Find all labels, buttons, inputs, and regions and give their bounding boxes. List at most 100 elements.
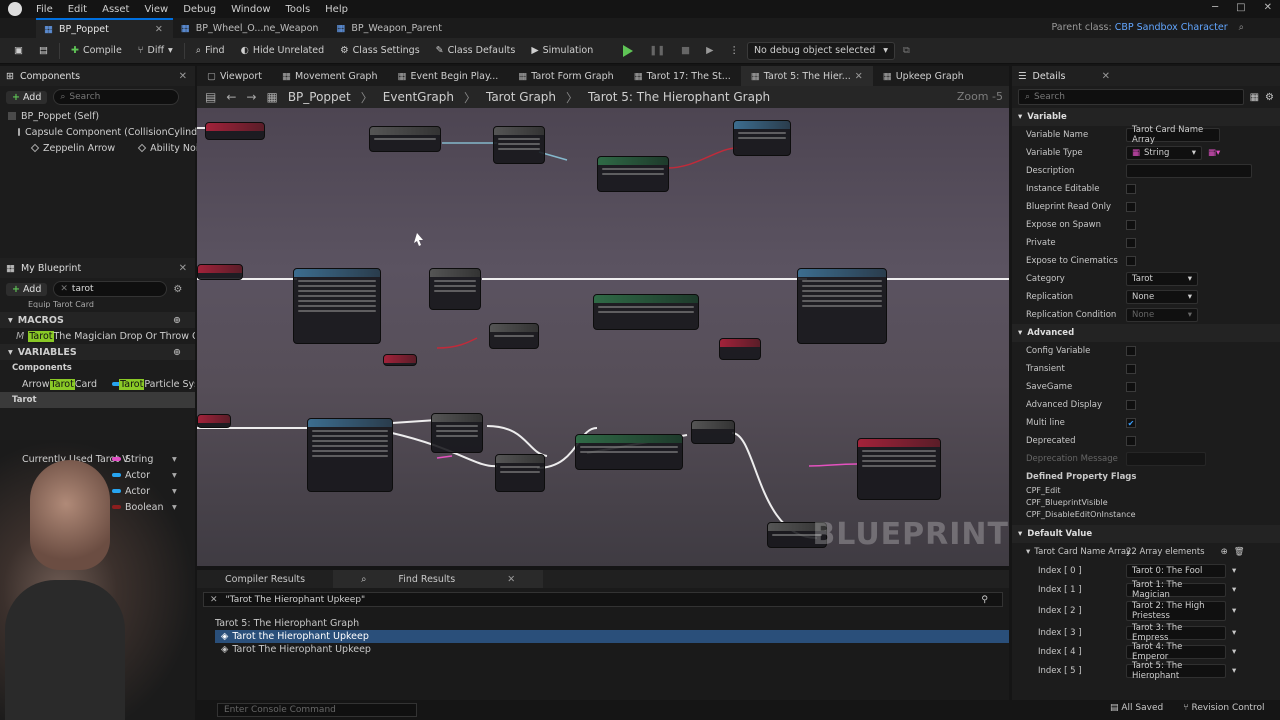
find-button[interactable]: ⌕ Find bbox=[188, 40, 233, 62]
checkbox[interactable] bbox=[1126, 346, 1136, 356]
chevron-down-icon[interactable]: ▾ bbox=[172, 470, 177, 481]
close-icon[interactable]: ✕ bbox=[179, 71, 187, 82]
checkbox[interactable]: ✔ bbox=[1126, 418, 1136, 428]
graph-tab[interactable]: ▦ Upkeep Graph bbox=[873, 66, 974, 86]
graph-node[interactable] bbox=[493, 126, 545, 164]
debug-filter-icon[interactable]: ⧉ bbox=[895, 40, 918, 62]
category-components[interactable]: Components bbox=[0, 360, 195, 376]
result-item[interactable]: ◈ Tarot The Hierophant Upkeep bbox=[215, 643, 1009, 656]
forward-icon[interactable]: → bbox=[246, 90, 256, 104]
graph-node[interactable] bbox=[691, 420, 735, 444]
graph-node[interactable] bbox=[369, 126, 441, 152]
graph-node[interactable] bbox=[197, 414, 231, 428]
graph-node[interactable] bbox=[797, 268, 887, 344]
tree-item-self[interactable]: BP_Poppet (Self) bbox=[8, 108, 195, 124]
add-element-icon[interactable]: ⊕ bbox=[1221, 547, 1228, 557]
hide-unrelated-button[interactable]: ◐ Hide Unrelated bbox=[233, 40, 333, 62]
stop-icon[interactable]: ■ bbox=[673, 40, 698, 62]
more-icon[interactable]: ⋮ bbox=[721, 40, 747, 62]
close-icon[interactable]: ✕ bbox=[493, 570, 529, 588]
chevron-down-icon[interactable]: ▾ bbox=[1232, 628, 1236, 638]
menu-item-help[interactable]: Help bbox=[325, 4, 348, 15]
chevron-down-icon[interactable]: ▾ bbox=[1232, 647, 1236, 657]
trash-icon[interactable]: 🗑 bbox=[1234, 547, 1245, 557]
container-type-icon[interactable]: ▦▾ bbox=[1208, 148, 1220, 158]
category-select[interactable]: Tarot ▾ bbox=[1126, 272, 1198, 286]
graph-node[interactable] bbox=[383, 354, 417, 366]
chevron-down-icon[interactable]: ▾ bbox=[1232, 566, 1236, 576]
graph-node[interactable] bbox=[429, 268, 481, 310]
graph-tab[interactable]: ▦ Movement Graph bbox=[272, 66, 387, 86]
gear-icon[interactable]: ⚙ bbox=[173, 284, 182, 295]
graph-menu-icon[interactable]: ▤ bbox=[205, 90, 216, 104]
maximize-icon[interactable]: □ bbox=[1236, 2, 1245, 13]
checkbox[interactable] bbox=[1126, 382, 1136, 392]
add-variable-icon[interactable]: ⊕ bbox=[173, 347, 181, 358]
close-icon[interactable]: ✕ bbox=[1264, 2, 1272, 13]
eject-icon[interactable]: ▶ bbox=[698, 40, 721, 62]
graph-node[interactable] bbox=[597, 156, 669, 192]
checkbox[interactable] bbox=[1126, 436, 1136, 446]
array-element-field[interactable]: Tarot 4: The Emperor bbox=[1126, 642, 1226, 662]
graph-node[interactable] bbox=[205, 122, 265, 140]
binoculars-icon[interactable]: ⚲ bbox=[981, 595, 988, 605]
chevron-down-icon[interactable]: ▾ bbox=[1232, 606, 1236, 616]
graph-node[interactable] bbox=[719, 338, 761, 360]
menu-item-edit[interactable]: Edit bbox=[68, 4, 87, 15]
blueprint-search-input[interactable]: ✕ tarot bbox=[53, 281, 168, 297]
section-macros[interactable]: ▾ MACROS ⊕ bbox=[0, 312, 195, 328]
macro-item[interactable]: MTarot The Magician Drop Or Throw Object bbox=[0, 328, 195, 344]
close-icon[interactable]: ✕ bbox=[855, 71, 863, 82]
variable-item[interactable]: Currently Used Tarot V String ▾ bbox=[0, 451, 195, 467]
tree-item-capsule[interactable]: Capsule Component (CollisionCylinder) bbox=[8, 124, 211, 140]
array-element-field[interactable]: Tarot 3: The Empress bbox=[1126, 623, 1226, 643]
minimize-icon[interactable]: ─ bbox=[1212, 2, 1218, 13]
tab-find-results[interactable]: ⌕ Find Results ✕ bbox=[333, 570, 544, 588]
menu-item-view[interactable]: View bbox=[144, 4, 168, 15]
menu-item-file[interactable]: File bbox=[36, 4, 53, 15]
variable-name-field[interactable]: Tarot Card Name Array bbox=[1126, 125, 1220, 145]
variable-item[interactable]: Tarot Particle SystemNiagara Pa bbox=[97, 376, 195, 392]
graph-node[interactable] bbox=[307, 418, 393, 492]
close-icon[interactable]: ✕ bbox=[60, 284, 68, 294]
section-variables[interactable]: ▾ VARIABLES ⊕ bbox=[0, 344, 195, 360]
breadcrumb-item[interactable]: Tarot Graph bbox=[486, 90, 556, 104]
graph-node[interactable] bbox=[293, 268, 381, 344]
search-icon[interactable]: ⌕ bbox=[1239, 22, 1244, 33]
compile-button[interactable]: ✚ Compile bbox=[63, 40, 130, 62]
variable-item[interactable]: Arrow Tarot Card bbox=[0, 376, 121, 392]
checkbox[interactable] bbox=[1126, 400, 1136, 410]
simulation-button[interactable]: ▶ Simulation bbox=[523, 40, 601, 62]
graph-node[interactable] bbox=[489, 323, 539, 349]
revision-control-button[interactable]: ⑂ Revision Control bbox=[1183, 703, 1264, 713]
document-tab[interactable]: ▦ BP_Weapon_Parent bbox=[328, 18, 452, 38]
details-search-input[interactable]: ⌕ Search bbox=[1018, 89, 1244, 105]
section-default-value[interactable]: ▾ Default Value bbox=[1012, 525, 1280, 543]
add-component-button[interactable]: + Add bbox=[6, 90, 48, 104]
chevron-down-icon[interactable]: ▾ bbox=[172, 486, 177, 497]
checkbox[interactable] bbox=[1126, 364, 1136, 374]
save-icon[interactable]: ▣ bbox=[6, 40, 31, 62]
checkbox[interactable] bbox=[1126, 238, 1136, 248]
graph-node[interactable] bbox=[495, 454, 545, 492]
breadcrumb-item[interactable]: Tarot 5: The Hierophant Graph bbox=[588, 90, 770, 104]
add-macro-icon[interactable]: ⊕ bbox=[173, 315, 181, 326]
close-icon[interactable]: ✕ bbox=[1102, 71, 1110, 82]
graph-node[interactable] bbox=[197, 264, 243, 280]
graph-node[interactable] bbox=[431, 413, 483, 453]
array-element-field[interactable]: Tarot 0: The Fool bbox=[1126, 563, 1226, 578]
array-element-field[interactable]: Tarot 2: The High Priestess bbox=[1126, 601, 1226, 621]
chevron-down-icon[interactable]: ▾ bbox=[172, 454, 177, 465]
list-item-partial[interactable]: Equip Tarot Card bbox=[0, 300, 195, 308]
category-tarot[interactable]: Tarot bbox=[0, 392, 195, 408]
result-item[interactable]: ◈ Tarot the Hierophant Upkeep bbox=[215, 630, 1009, 643]
description-field[interactable] bbox=[1126, 164, 1252, 178]
variable-type-select[interactable]: ▦ String ▾ bbox=[1126, 146, 1202, 160]
graph-tab[interactable]: ▦ Tarot 17: The St... bbox=[624, 66, 741, 86]
array-element-field[interactable]: Tarot 5: The Hierophant bbox=[1126, 661, 1226, 681]
result-group[interactable]: Tarot 5: The Hierophant Graph bbox=[197, 617, 1009, 630]
graph-tab[interactable]: ▦ Tarot 5: The Hier... ✕ bbox=[740, 66, 873, 86]
graph-node[interactable] bbox=[575, 434, 683, 470]
play-button[interactable] bbox=[615, 40, 641, 62]
chevron-down-icon[interactable]: ▾ bbox=[1232, 585, 1236, 595]
